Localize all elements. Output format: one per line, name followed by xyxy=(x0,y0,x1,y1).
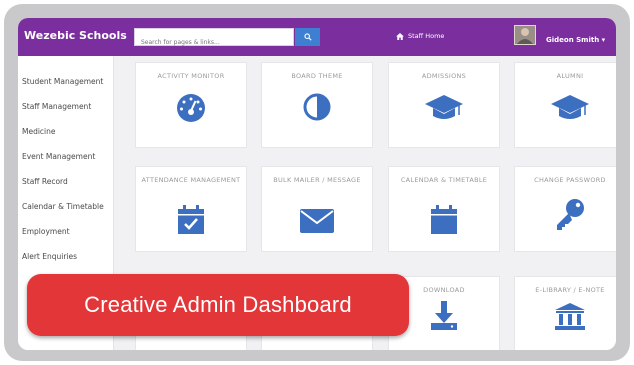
tile-title: ALUMNI xyxy=(556,72,584,80)
tile-admissions[interactable]: ADMISSIONS xyxy=(388,62,500,148)
tile-title: ATTENDANCE MANAGEMENT xyxy=(141,176,241,184)
tile-title: BULK MAILER / MESSAGE xyxy=(273,176,361,184)
top-navbar: Wezebic Schools Staff Home xyxy=(18,18,616,56)
tile-title: ADMISSIONS xyxy=(421,72,467,80)
tile-title: CHANGE PASSWORD xyxy=(534,176,606,184)
tile-e-library[interactable]: E-LIBRARY / E-NOTE xyxy=(514,276,616,350)
staff-home-link[interactable]: Staff Home xyxy=(396,32,444,40)
graduation-cap-icon xyxy=(425,95,463,119)
home-icon xyxy=(396,32,404,40)
tile-board-theme[interactable]: BOARD THEME xyxy=(261,62,373,148)
sidebar-item-staff-management[interactable]: Staff Management xyxy=(22,102,91,111)
tile-title: E-LIBRARY / E-NOTE xyxy=(535,286,605,294)
search-button[interactable] xyxy=(295,28,320,46)
dashboard-icon xyxy=(177,94,205,122)
tile-title: ACTIVITY MONITOR xyxy=(157,72,225,80)
sidebar-item-calendar-timetable[interactable]: Calendar & Timetable xyxy=(22,202,104,211)
tile-attendance-management[interactable]: ATTENDANCE MANAGEMENT xyxy=(135,166,247,252)
search-icon xyxy=(303,33,312,41)
library-icon xyxy=(555,303,585,330)
calendar-check-icon xyxy=(178,205,204,234)
download-icon xyxy=(431,301,457,330)
tile-alumni[interactable]: ALUMNI xyxy=(514,62,616,148)
tile-bulk-mailer[interactable]: BULK MAILER / MESSAGE xyxy=(261,166,373,252)
sidebar-item-event-management[interactable]: Event Management xyxy=(22,152,95,161)
tile-activity-monitor[interactable]: ACTIVITY MONITOR xyxy=(135,62,247,148)
search-input[interactable] xyxy=(135,34,291,51)
avatar[interactable] xyxy=(514,25,536,45)
sidebar-item-medicine[interactable]: Medicine xyxy=(22,127,56,136)
graduation-cap-icon xyxy=(551,95,589,119)
brand-name[interactable]: Wezebic Schools xyxy=(24,29,127,42)
sidebar-item-staff-record[interactable]: Staff Record xyxy=(22,177,68,186)
banner-title: Creative Admin Dashboard xyxy=(84,292,352,317)
calendar-icon xyxy=(431,205,457,234)
key-icon xyxy=(557,199,584,230)
tile-change-password[interactable]: CHANGE PASSWORD xyxy=(514,166,616,252)
staff-home-label: Staff Home xyxy=(408,32,445,40)
contrast-icon xyxy=(303,93,331,121)
user-menu[interactable]: Gideon Smith ▾ xyxy=(546,36,605,44)
envelope-icon xyxy=(300,209,334,233)
promo-banner: Creative Admin Dashboard xyxy=(27,274,409,336)
sidebar-item-student-management[interactable]: Student Management xyxy=(22,77,103,86)
user-photo-icon xyxy=(517,28,533,44)
tile-title: BOARD THEME xyxy=(291,72,343,80)
search-box xyxy=(134,28,294,51)
sidebar-item-alert-enquiries[interactable]: Alert Enquiries xyxy=(22,252,77,261)
tile-calendar-timetable[interactable]: CALENDAR & TIMETABLE xyxy=(388,166,500,252)
tile-title: CALENDAR & TIMETABLE xyxy=(400,176,488,184)
sidebar-item-employment[interactable]: Employment xyxy=(22,227,70,236)
